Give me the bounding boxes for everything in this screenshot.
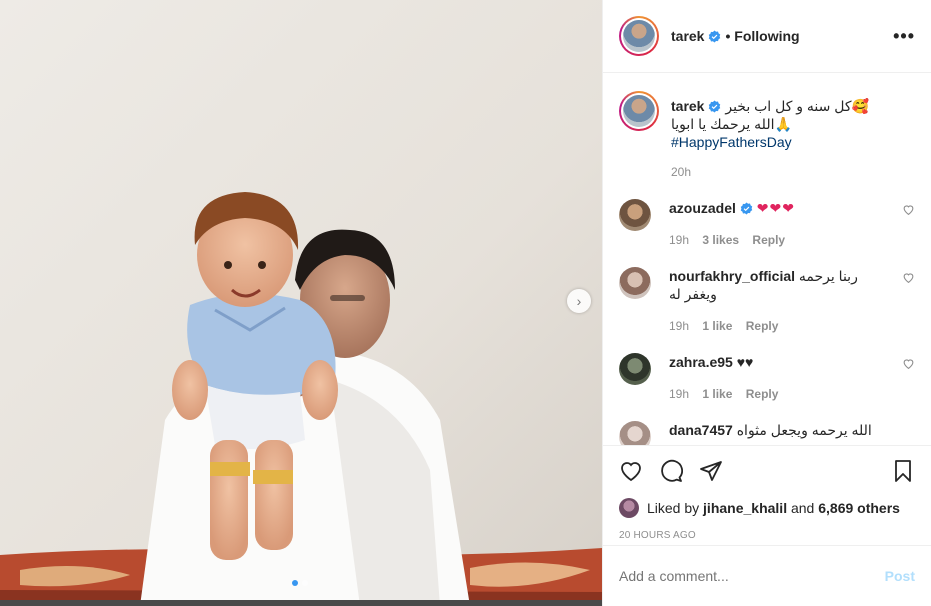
comment-avatar[interactable]: [619, 199, 651, 231]
like-comment-heart-icon[interactable]: [902, 271, 915, 284]
caption-meta: 20h: [671, 163, 901, 181]
post-actions: Liked by jihane_khalil and 6,869 others …: [603, 445, 931, 541]
photo-illustration: [0, 0, 602, 606]
carousel-dot-active: [292, 580, 298, 586]
post-header: tarek • Following •••: [603, 0, 931, 73]
comment-item: dana7457 الله يرحمه ويجعل مثواه: [619, 421, 915, 445]
comment-likes[interactable]: 1 like: [702, 319, 732, 333]
author-username[interactable]: tarek: [671, 28, 704, 44]
chevron-right-icon: ›: [576, 293, 582, 309]
comment-item: azouzadel ❤❤❤ 19h 3 likes Reply: [619, 199, 915, 249]
likes-count[interactable]: 6,869 others: [818, 500, 900, 516]
comment-username[interactable]: azouzadel: [669, 200, 736, 216]
comment-reply[interactable]: Reply: [752, 233, 785, 247]
like-heart-icon[interactable]: [619, 459, 643, 483]
comment-text: ♥♥: [736, 354, 754, 370]
comment-meta: 19h 3 likes Reply: [669, 231, 889, 249]
comment-avatar[interactable]: [619, 267, 651, 299]
post-photo[interactable]: ›: [0, 0, 602, 606]
comments-list: tarek كل سنه و كل اب بخير🥰 الله يرحمك يا…: [603, 73, 931, 445]
like-comment-heart-icon[interactable]: [902, 203, 915, 216]
comment-meta: 19h 1 like Reply: [669, 317, 889, 335]
carousel-dot: [302, 580, 308, 586]
post-side-panel: tarek • Following ••• tarek كل سنه و كل …: [602, 0, 931, 606]
add-comment-bar: Post: [603, 545, 931, 606]
comment-bubble-icon[interactable]: [659, 459, 683, 483]
comment-avatar[interactable]: [619, 421, 651, 445]
share-paper-plane-icon[interactable]: [699, 459, 723, 483]
comment-item: nourfakhry_official ربنا يرحمه ويغفر له …: [619, 267, 915, 335]
verified-badge-icon: [709, 30, 721, 42]
comment-reply[interactable]: Reply: [746, 387, 779, 401]
comment-text: الله يرحمه ويجعل مثواه: [736, 422, 872, 438]
caption-hashtag[interactable]: #HappyFathersDay: [671, 134, 792, 150]
liked-by-user[interactable]: jihane_khalil: [703, 500, 787, 516]
comment-likes[interactable]: 3 likes: [702, 233, 739, 247]
caption-text-line2: الله يرحمك يا ابويا🙏: [671, 116, 792, 132]
comment-avatar[interactable]: [619, 353, 651, 385]
carousel-indicator: [292, 580, 308, 586]
comment-time[interactable]: 19h: [669, 233, 689, 247]
comment-item: zahra.e95 ♥♥ 19h 1 like Reply: [619, 353, 915, 403]
follow-status[interactable]: • Following: [725, 28, 799, 44]
comment-username[interactable]: dana7457: [669, 422, 733, 438]
caption-avatar[interactable]: [619, 91, 659, 131]
post-comment-button[interactable]: Post: [885, 568, 915, 584]
comment-text: ❤❤❤: [756, 200, 795, 216]
likes-summary: Liked by jihane_khalil and 6,869 others: [619, 498, 915, 518]
comment-username[interactable]: nourfakhry_official: [669, 268, 795, 284]
comment-time[interactable]: 19h: [669, 387, 689, 401]
caption-username[interactable]: tarek: [671, 98, 704, 114]
likes-and: and: [790, 500, 815, 516]
verified-badge-icon: [740, 202, 753, 215]
like-comment-heart-icon[interactable]: [902, 357, 915, 370]
add-comment-input[interactable]: [619, 568, 885, 584]
caption-text-line1: كل سنه و كل اب بخير🥰: [725, 98, 869, 114]
ellipsis-icon[interactable]: •••: [893, 26, 915, 47]
save-bookmark-icon[interactable]: [891, 459, 915, 483]
comment-time[interactable]: 19h: [669, 319, 689, 333]
carousel-next-button[interactable]: ›: [567, 289, 591, 313]
author-avatar[interactable]: [619, 16, 659, 56]
comment-meta: 19h 1 like Reply: [669, 385, 889, 403]
comment-username[interactable]: zahra.e95: [669, 354, 733, 370]
comment-reply[interactable]: Reply: [746, 319, 779, 333]
comment-likes[interactable]: 1 like: [702, 387, 732, 401]
liker-avatar[interactable]: [619, 498, 639, 518]
likes-prefix: Liked by: [647, 500, 700, 516]
post-timestamp[interactable]: 20 HOURS AGO: [619, 530, 915, 541]
caption-time[interactable]: 20h: [671, 165, 691, 179]
post-caption: tarek كل سنه و كل اب بخير🥰 الله يرحمك يا…: [619, 73, 915, 181]
verified-badge-icon: [709, 100, 721, 113]
